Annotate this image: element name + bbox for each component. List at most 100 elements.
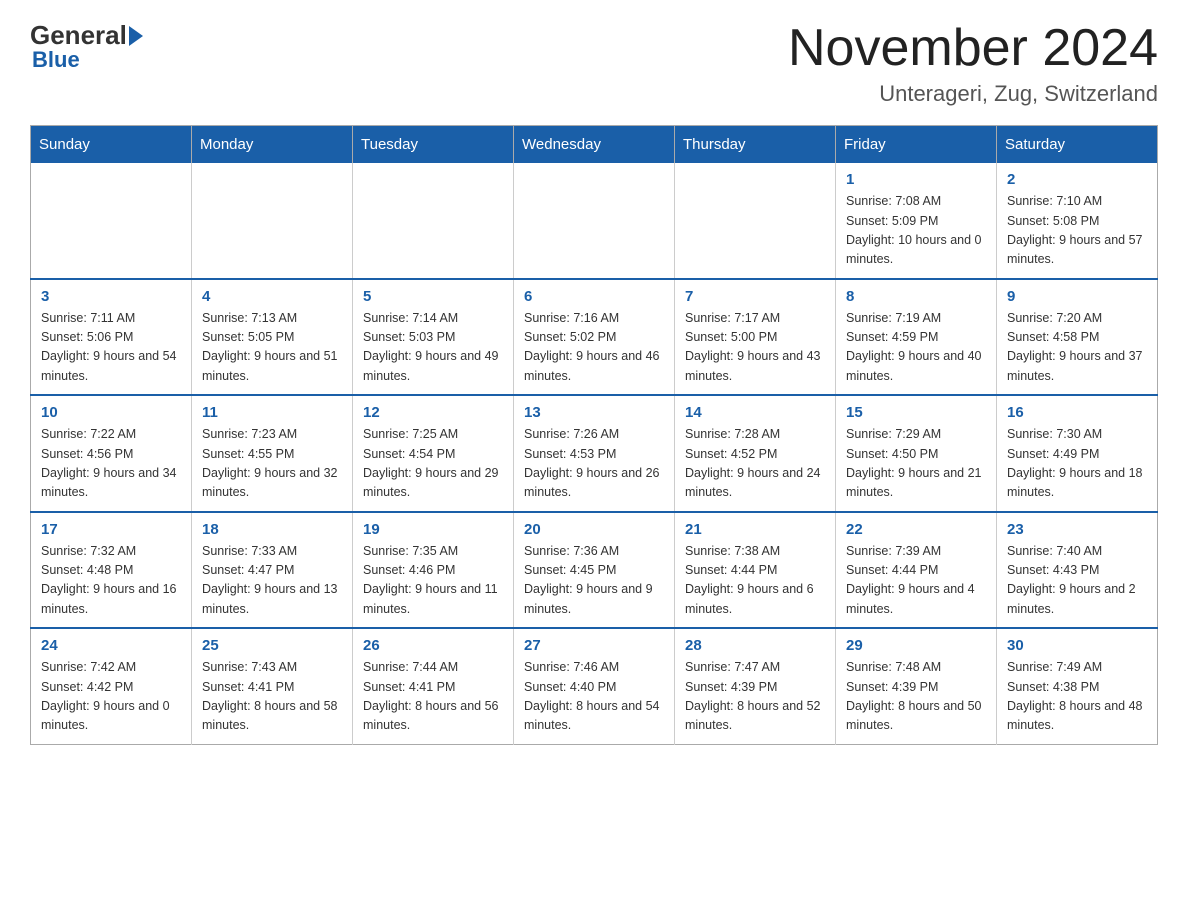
day-info: Sunrise: 7:10 AMSunset: 5:08 PMDaylight:… <box>1007 192 1147 270</box>
calendar-cell: 7 Sunrise: 7:17 AMSunset: 5:00 PMDaylight… <box>675 279 836 396</box>
column-header-friday: Friday <box>836 126 997 164</box>
day-number: 9 <box>1007 288 1147 305</box>
day-info: Sunrise: 7:39 AMSunset: 4:44 PMDaylight:… <box>846 542 986 620</box>
day-number: 28 <box>685 637 825 654</box>
day-number: 18 <box>202 521 342 538</box>
calendar-week-3: 10Sunrise: 7:22 AMSunset: 4:56 PMDayligh… <box>31 395 1158 512</box>
day-number: 16 <box>1007 404 1147 421</box>
day-number: 12 <box>363 404 503 421</box>
day-number: 17 <box>41 521 181 538</box>
column-header-sunday: Sunday <box>31 126 192 164</box>
calendar-cell: 29Sunrise: 7:48 AMSunset: 4:39 PMDayligh… <box>836 628 997 744</box>
calendar-cell: 11Sunrise: 7:23 AMSunset: 4:55 PMDayligh… <box>192 395 353 512</box>
day-info: Sunrise: 7:33 AMSunset: 4:47 PMDaylight:… <box>202 542 342 620</box>
calendar-cell: 17 Sunrise: 7:32 AMSunset: 4:48 PMDayligh… <box>31 512 192 629</box>
calendar-cell: 2 Sunrise: 7:10 AMSunset: 5:08 PMDaylight… <box>997 163 1158 279</box>
calendar-week-2: 3 Sunrise: 7:11 AMSunset: 5:06 PMDaylight… <box>31 279 1158 396</box>
day-info: Sunrise: 7:19 AMSunset: 4:59 PMDaylight:… <box>846 309 986 387</box>
column-header-thursday: Thursday <box>675 126 836 164</box>
day-info: Sunrise: 7:46 AMSunset: 4:40 PMDaylight:… <box>524 658 664 736</box>
day-info: Sunrise: 7:22 AMSunset: 4:56 PMDaylight:… <box>41 425 181 503</box>
calendar-cell: 8 Sunrise: 7:19 AMSunset: 4:59 PMDaylight… <box>836 279 997 396</box>
day-number: 13 <box>524 404 664 421</box>
day-number: 30 <box>1007 637 1147 654</box>
column-header-wednesday: Wednesday <box>514 126 675 164</box>
calendar-cell: 19Sunrise: 7:35 AMSunset: 4:46 PMDayligh… <box>353 512 514 629</box>
calendar-week-1: 1Sunrise: 7:08 AMSunset: 5:09 PMDaylight… <box>31 163 1158 279</box>
column-header-saturday: Saturday <box>997 126 1158 164</box>
day-number: 26 <box>363 637 503 654</box>
day-info: Sunrise: 7:13 AMSunset: 5:05 PMDaylight:… <box>202 309 342 387</box>
day-info: Sunrise: 7:16 AMSunset: 5:02 PMDaylight:… <box>524 309 664 387</box>
day-number: 29 <box>846 637 986 654</box>
day-number: 2 <box>1007 171 1147 188</box>
day-number: 4 <box>202 288 342 305</box>
day-info: Sunrise: 7:29 AMSunset: 4:50 PMDaylight:… <box>846 425 986 503</box>
logo: General Blue <box>30 20 143 73</box>
day-number: 14 <box>685 404 825 421</box>
calendar-cell: 26 Sunrise: 7:44 AMSunset: 4:41 PMDayligh… <box>353 628 514 744</box>
day-number: 27 <box>524 637 664 654</box>
calendar-cell <box>675 163 836 279</box>
calendar-cell: 25Sunrise: 7:43 AMSunset: 4:41 PMDayligh… <box>192 628 353 744</box>
day-info: Sunrise: 7:35 AMSunset: 4:46 PMDaylight:… <box>363 542 503 620</box>
calendar-cell: 24 Sunrise: 7:42 AMSunset: 4:42 PMDayligh… <box>31 628 192 744</box>
logo-arrow-icon <box>129 26 143 46</box>
calendar-cell: 15 Sunrise: 7:29 AMSunset: 4:50 PMDayligh… <box>836 395 997 512</box>
calendar-cell <box>353 163 514 279</box>
day-info: Sunrise: 7:49 AMSunset: 4:38 PMDaylight:… <box>1007 658 1147 736</box>
calendar-cell: 18 Sunrise: 7:33 AMSunset: 4:47 PMDayligh… <box>192 512 353 629</box>
calendar-week-5: 24 Sunrise: 7:42 AMSunset: 4:42 PMDayligh… <box>31 628 1158 744</box>
calendar-cell: 6 Sunrise: 7:16 AMSunset: 5:02 PMDaylight… <box>514 279 675 396</box>
day-info: Sunrise: 7:11 AMSunset: 5:06 PMDaylight:… <box>41 309 181 387</box>
day-number: 5 <box>363 288 503 305</box>
calendar-cell: 20 Sunrise: 7:36 AMSunset: 4:45 PMDayligh… <box>514 512 675 629</box>
calendar-cell: 16 Sunrise: 7:30 AMSunset: 4:49 PMDayligh… <box>997 395 1158 512</box>
calendar-cell: 28 Sunrise: 7:47 AMSunset: 4:39 PMDayligh… <box>675 628 836 744</box>
day-info: Sunrise: 7:40 AMSunset: 4:43 PMDaylight:… <box>1007 542 1147 620</box>
calendar-table: SundayMondayTuesdayWednesdayThursdayFrid… <box>30 125 1158 745</box>
day-number: 6 <box>524 288 664 305</box>
day-number: 8 <box>846 288 986 305</box>
day-info: Sunrise: 7:43 AMSunset: 4:41 PMDaylight:… <box>202 658 342 736</box>
day-info: Sunrise: 7:25 AMSunset: 4:54 PMDaylight:… <box>363 425 503 503</box>
calendar-cell: 23Sunrise: 7:40 AMSunset: 4:43 PMDayligh… <box>997 512 1158 629</box>
calendar-cell: 3 Sunrise: 7:11 AMSunset: 5:06 PMDaylight… <box>31 279 192 396</box>
day-info: Sunrise: 7:44 AMSunset: 4:41 PMDaylight:… <box>363 658 503 736</box>
title-section: November 2024 Unterageri, Zug, Switzerla… <box>788 20 1158 107</box>
day-info: Sunrise: 7:08 AMSunset: 5:09 PMDaylight:… <box>846 192 986 270</box>
day-info: Sunrise: 7:23 AMSunset: 4:55 PMDaylight:… <box>202 425 342 503</box>
column-header-monday: Monday <box>192 126 353 164</box>
day-info: Sunrise: 7:17 AMSunset: 5:00 PMDaylight:… <box>685 309 825 387</box>
day-number: 3 <box>41 288 181 305</box>
location: Unterageri, Zug, Switzerland <box>788 81 1158 107</box>
calendar-cell: 10Sunrise: 7:22 AMSunset: 4:56 PMDayligh… <box>31 395 192 512</box>
month-title: November 2024 <box>788 20 1158 77</box>
day-info: Sunrise: 7:14 AMSunset: 5:03 PMDaylight:… <box>363 309 503 387</box>
day-info: Sunrise: 7:32 AMSunset: 4:48 PMDaylight:… <box>41 542 181 620</box>
day-number: 21 <box>685 521 825 538</box>
day-info: Sunrise: 7:20 AMSunset: 4:58 PMDaylight:… <box>1007 309 1147 387</box>
calendar-cell: 13 Sunrise: 7:26 AMSunset: 4:53 PMDayligh… <box>514 395 675 512</box>
day-info: Sunrise: 7:28 AMSunset: 4:52 PMDaylight:… <box>685 425 825 503</box>
calendar-header-row: SundayMondayTuesdayWednesdayThursdayFrid… <box>31 126 1158 164</box>
day-number: 22 <box>846 521 986 538</box>
calendar-cell: 27 Sunrise: 7:46 AMSunset: 4:40 PMDayligh… <box>514 628 675 744</box>
day-number: 7 <box>685 288 825 305</box>
calendar-cell: 21Sunrise: 7:38 AMSunset: 4:44 PMDayligh… <box>675 512 836 629</box>
day-info: Sunrise: 7:36 AMSunset: 4:45 PMDaylight:… <box>524 542 664 620</box>
page-header: General Blue November 2024 Unterageri, Z… <box>30 20 1158 107</box>
day-number: 15 <box>846 404 986 421</box>
day-info: Sunrise: 7:30 AMSunset: 4:49 PMDaylight:… <box>1007 425 1147 503</box>
column-header-tuesday: Tuesday <box>353 126 514 164</box>
day-info: Sunrise: 7:42 AMSunset: 4:42 PMDaylight:… <box>41 658 181 736</box>
day-info: Sunrise: 7:26 AMSunset: 4:53 PMDaylight:… <box>524 425 664 503</box>
day-number: 20 <box>524 521 664 538</box>
calendar-cell: 9 Sunrise: 7:20 AMSunset: 4:58 PMDaylight… <box>997 279 1158 396</box>
calendar-cell: 1Sunrise: 7:08 AMSunset: 5:09 PMDaylight… <box>836 163 997 279</box>
calendar-week-4: 17 Sunrise: 7:32 AMSunset: 4:48 PMDayligh… <box>31 512 1158 629</box>
day-number: 24 <box>41 637 181 654</box>
calendar-cell: 30 Sunrise: 7:49 AMSunset: 4:38 PMDayligh… <box>997 628 1158 744</box>
calendar-cell <box>31 163 192 279</box>
day-info: Sunrise: 7:47 AMSunset: 4:39 PMDaylight:… <box>685 658 825 736</box>
